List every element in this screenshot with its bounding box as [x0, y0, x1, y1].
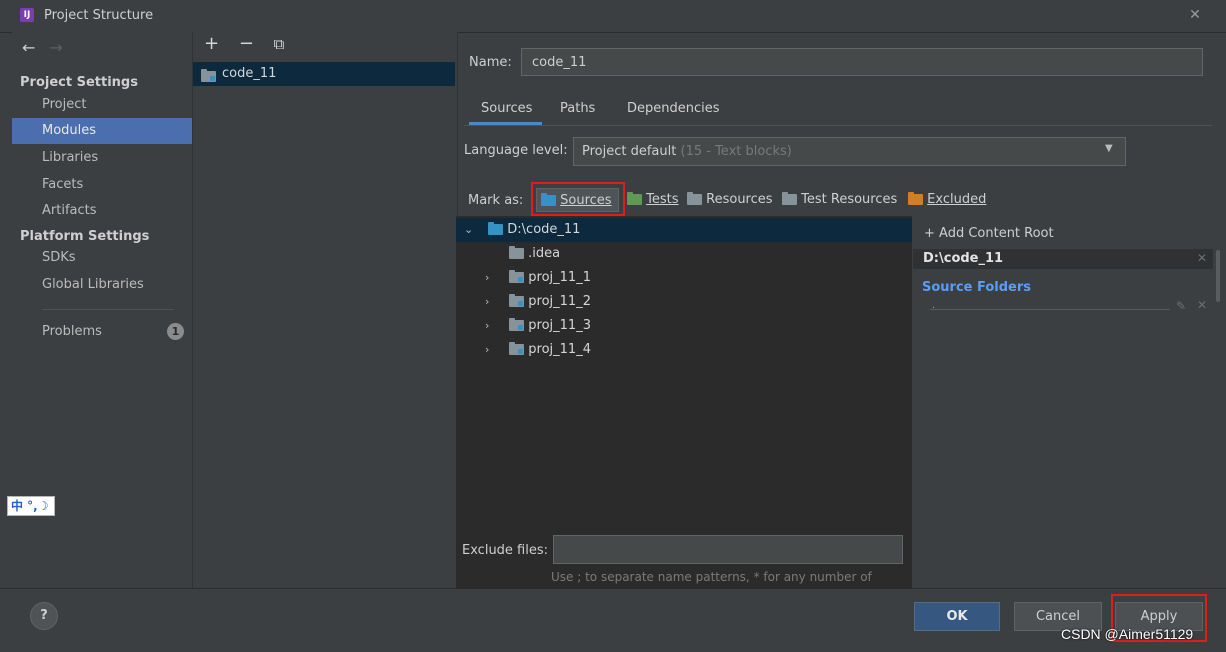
tests-folder-icon [627, 192, 642, 205]
mark-resources-label: Resources [706, 192, 773, 207]
module-folder-icon [509, 342, 525, 355]
chevron-down-icon[interactable]: ▼ [1105, 143, 1113, 154]
title-bar [0, 0, 1226, 33]
watermark: CSDN @Aimer51129 [1061, 626, 1194, 642]
mark-test-resources-button[interactable]: Test Resources [778, 188, 901, 212]
tabs-divider [464, 125, 1212, 126]
tree-row-proj-11-3[interactable]: › proj_11_3 [456, 314, 591, 338]
mark-resources-button[interactable]: Resources [683, 188, 777, 212]
tree-row-idea[interactable]: .idea [456, 242, 560, 266]
module-folder-icon [201, 69, 216, 82]
tree-item-label: proj_11_3 [528, 318, 591, 333]
platform-settings-heading: Platform Settings [20, 229, 150, 244]
problems-count-badge: 1 [167, 323, 184, 340]
chevron-down-icon[interactable]: ⌄ [464, 218, 478, 242]
edit-pencil-icon[interactable]: ✎ [1176, 299, 1186, 313]
nav-item-sdks[interactable]: SDKs [12, 245, 192, 271]
nav-item-artifacts[interactable]: Artifacts [12, 198, 192, 224]
module-toolbar: + − ⧉ [204, 33, 284, 54]
back-arrow-icon[interactable]: ← [22, 38, 35, 57]
nav-item-libraries[interactable]: Libraries [12, 145, 192, 171]
excluded-folder-icon [908, 192, 923, 205]
module-list-panel [192, 32, 458, 588]
tab-paths[interactable]: Paths [560, 101, 595, 116]
chevron-right-icon[interactable]: › [485, 338, 499, 362]
nav-item-problems[interactable]: Problems [12, 319, 192, 345]
exclude-files-input[interactable] [553, 535, 903, 564]
add-module-icon[interactable]: + [204, 33, 219, 54]
test-resources-folder-icon [782, 192, 797, 205]
tree-row-proj-11-1[interactable]: › proj_11_1 [456, 266, 591, 290]
name-label: Name: [469, 55, 512, 70]
nav-divider [42, 309, 174, 310]
chevron-right-icon[interactable]: › [485, 314, 499, 338]
resources-folder-icon [687, 192, 702, 205]
module-name-label[interactable]: code_11 [222, 66, 276, 81]
content-root-path: D:\code_11 [923, 251, 1004, 266]
mark-tests-label: Tests [646, 192, 679, 207]
chevron-right-icon[interactable]: › [485, 266, 499, 290]
tree-item-label: proj_11_1 [528, 270, 591, 285]
exclude-files-label: Exclude files: [462, 543, 549, 558]
project-settings-heading: Project Settings [20, 75, 138, 90]
tree-row-root[interactable]: ⌄ D:\code_11 [456, 218, 912, 242]
ime-indicator: 中 °,☽ [7, 496, 55, 516]
mark-tests-button[interactable]: Tests [623, 188, 683, 212]
language-level-select[interactable]: Project default (15 - Text blocks) [573, 137, 1126, 166]
tree-item-label: proj_11_4 [528, 342, 591, 357]
mark-as-label: Mark as: [468, 193, 524, 208]
language-level-label: Language level: [464, 143, 568, 158]
source-folders-heading: Source Folders [922, 280, 1032, 295]
window-title: Project Structure [44, 8, 154, 23]
remove-module-icon[interactable]: − [239, 33, 254, 54]
module-folder-icon [509, 294, 525, 307]
mark-excluded-button[interactable]: Excluded [904, 188, 990, 212]
add-content-root-button[interactable]: + Add Content Root [924, 226, 1054, 241]
tree-item-label: proj_11_2 [528, 294, 591, 309]
nav-item-facets[interactable]: Facets [12, 172, 192, 198]
nav-item-global-libraries[interactable]: Global Libraries [12, 272, 192, 298]
remove-content-root-icon[interactable]: ✕ [1197, 251, 1207, 265]
ok-button[interactable]: OK [914, 602, 1000, 631]
tree-item-label: .idea [528, 246, 561, 261]
highlight-sources-box [531, 182, 625, 216]
tree-row-proj-11-4[interactable]: › proj_11_4 [456, 338, 591, 362]
scrollbar[interactable] [1216, 250, 1220, 302]
module-folder-icon [509, 270, 525, 283]
close-icon[interactable]: ✕ [1186, 6, 1204, 24]
module-name-input[interactable] [521, 48, 1203, 76]
tree-root-label: D:\code_11 [507, 222, 581, 237]
mark-test-resources-label: Test Resources [801, 192, 898, 207]
tab-dependencies[interactable]: Dependencies [627, 101, 720, 116]
help-button[interactable]: ? [30, 602, 58, 630]
source-root-folder-icon [488, 222, 504, 235]
tab-sources[interactable]: Sources [481, 101, 532, 116]
chevron-right-icon[interactable]: › [485, 290, 499, 314]
forward-arrow-icon[interactable]: → [49, 38, 62, 57]
mark-excluded-label: Excluded [927, 192, 987, 207]
copy-module-icon[interactable]: ⧉ [274, 35, 285, 53]
remove-source-folder-icon[interactable]: ✕ [1197, 298, 1207, 312]
content-root-panel [913, 216, 1213, 588]
tree-row-proj-11-2[interactable]: › proj_11_2 [456, 290, 591, 314]
intellij-logo-icon: IJ [20, 8, 34, 22]
nav-item-project[interactable]: Project [12, 92, 192, 118]
language-level-hint: (15 - Text blocks) [680, 144, 792, 159]
exclude-files-hint: Use ; to separate name patterns, * for a… [551, 570, 872, 584]
language-level-value: Project default [582, 144, 677, 159]
source-folder-divider [930, 309, 1170, 310]
idea-folder-icon [509, 246, 524, 259]
nav-item-modules[interactable]: Modules [12, 118, 192, 144]
history-nav: ← → [22, 38, 63, 57]
module-folder-icon [509, 318, 525, 331]
